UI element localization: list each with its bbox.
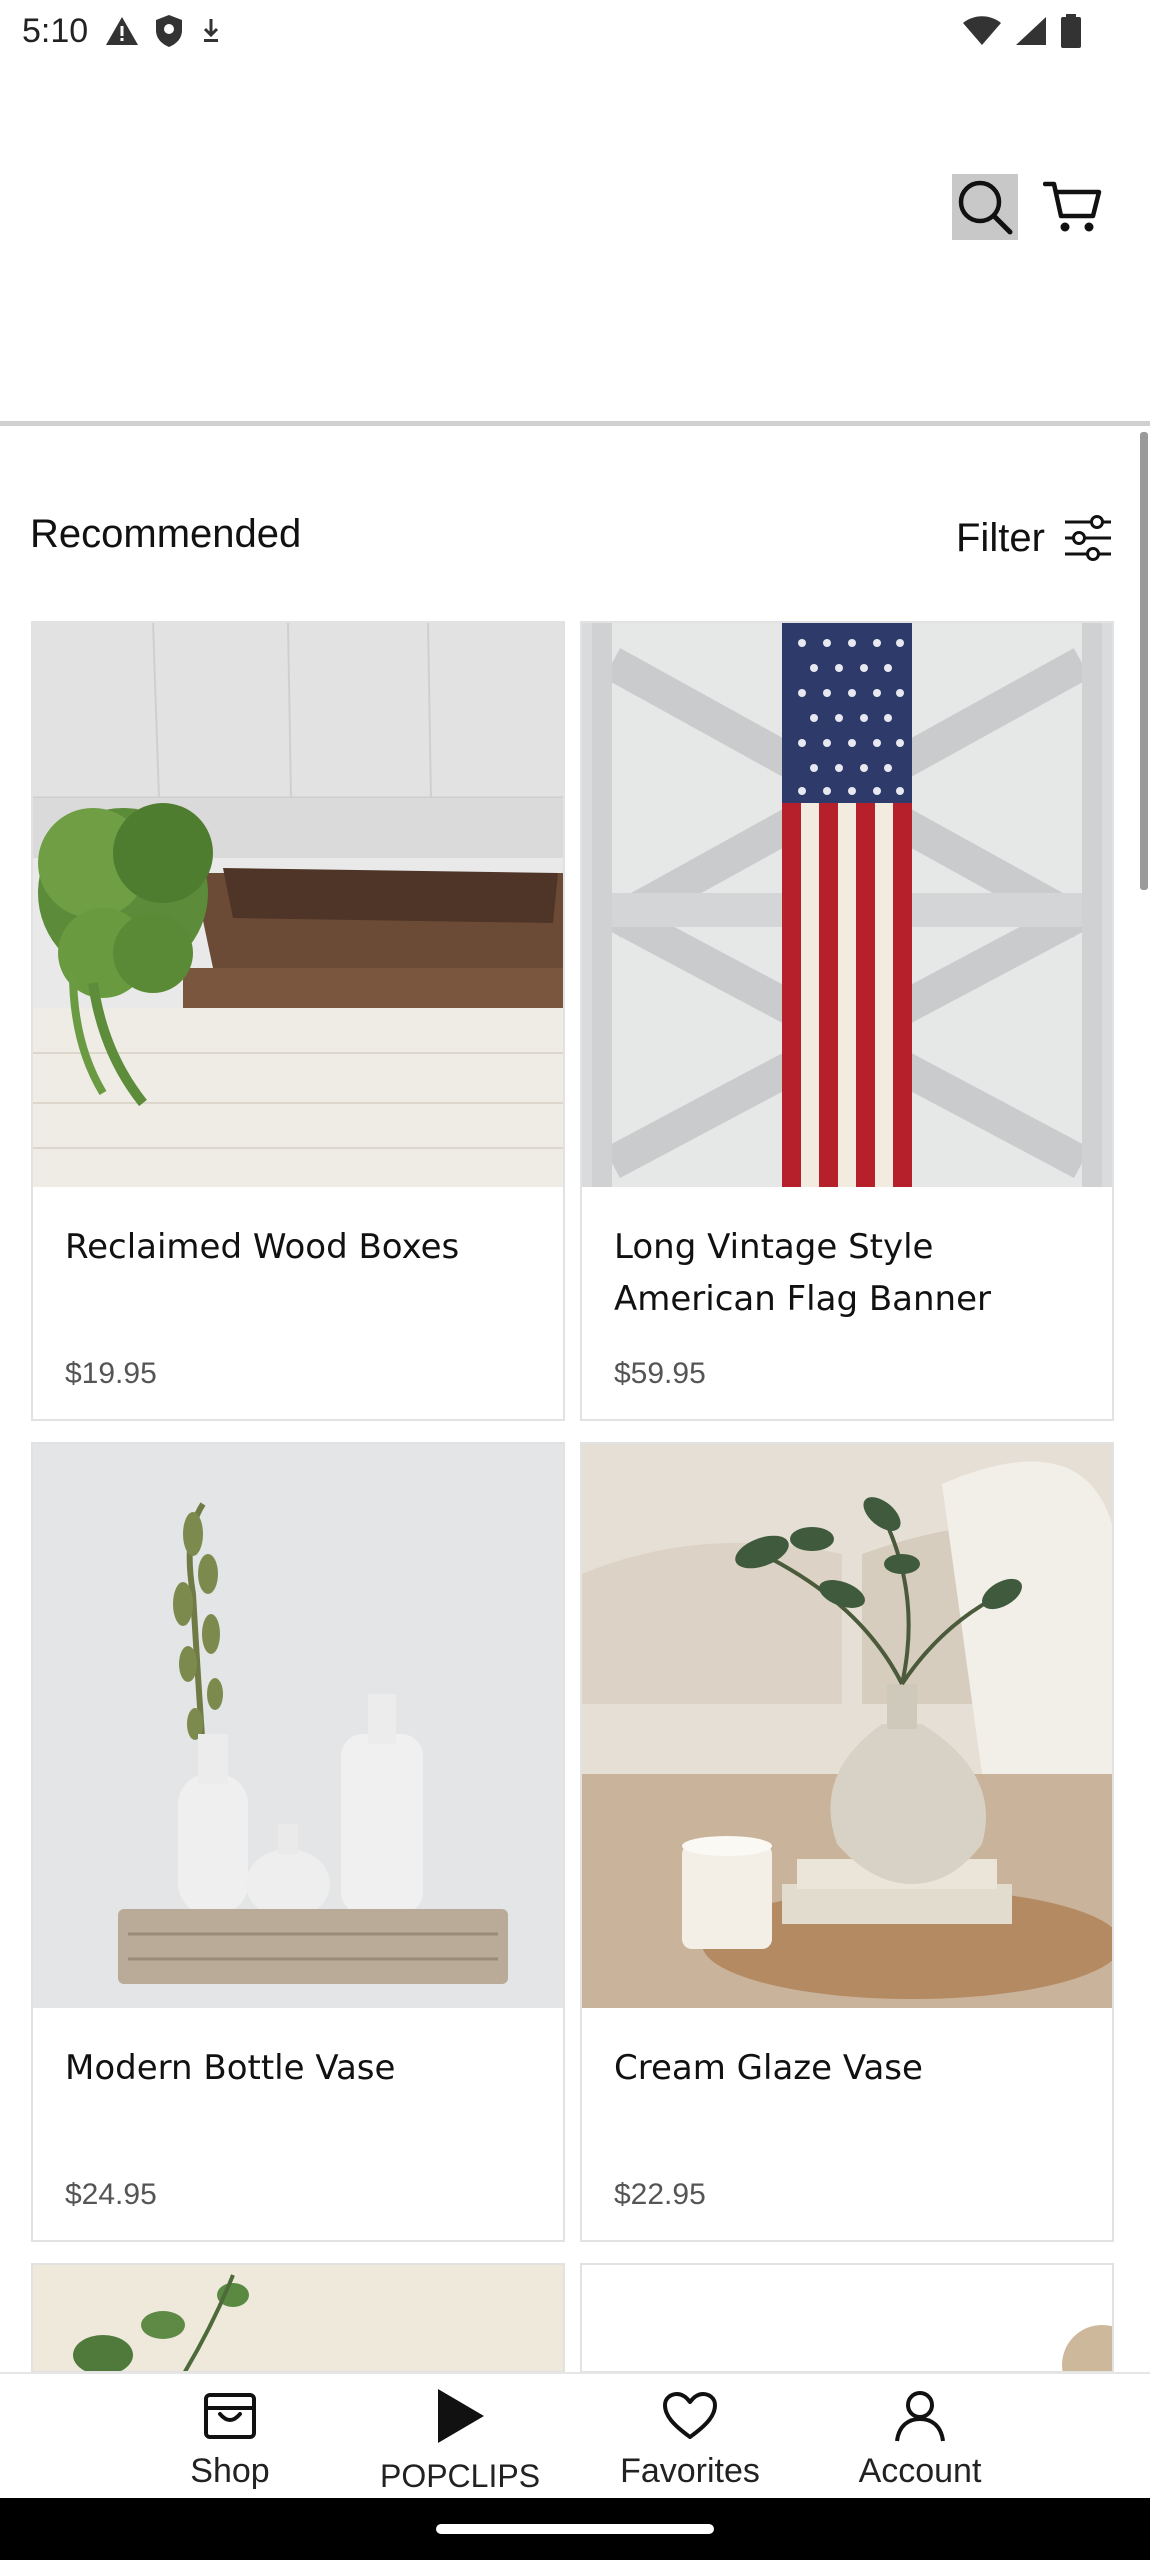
signal-icon: [1016, 17, 1046, 45]
heart-icon: [663, 2392, 717, 2439]
status-notification-icons: [104, 14, 224, 48]
product-price: $24.95: [65, 2178, 157, 2211]
product-card[interactable]: [31, 2263, 565, 2373]
status-system-icons: [962, 14, 1082, 48]
nav-popclips[interactable]: POPCLIPS: [345, 2374, 575, 2500]
filter-label: Filter: [956, 515, 1045, 560]
download-icon: [203, 19, 219, 42]
cart-button[interactable]: [1040, 174, 1106, 240]
play-icon: [438, 2389, 484, 2443]
nav-shop[interactable]: Shop: [115, 2374, 345, 2500]
product-card[interactable]: [580, 2263, 1114, 2373]
product-image[interactable]: [582, 2265, 1112, 2371]
product-name[interactable]: Cream Glaze Vase: [614, 2042, 1084, 2094]
status-bar: 5:10: [0, 0, 1150, 64]
product-image[interactable]: [33, 2265, 563, 2371]
nav-label: Account: [858, 2452, 982, 2490]
product-name[interactable]: Modern Bottle Vase: [65, 2042, 535, 2094]
bottom-navigation: Shop POPCLIPS Favorites Account: [0, 2372, 1150, 2498]
nav-label: POPCLIPS: [379, 2458, 541, 2494]
home-gesture-handle[interactable]: [436, 2524, 714, 2534]
wifi-icon: [963, 16, 1001, 45]
search-icon: [958, 180, 1013, 235]
shield-icon: [156, 15, 182, 47]
product-image[interactable]: [33, 623, 563, 1187]
section-title: Recommended: [30, 512, 302, 556]
sliders-icon: [1064, 515, 1111, 561]
nav-account[interactable]: Account: [805, 2374, 1035, 2500]
product-price: $22.95: [614, 2178, 706, 2211]
filter-button[interactable]: Filter: [956, 506, 1113, 570]
product-price: $19.95: [65, 1357, 157, 1390]
product-image[interactable]: [582, 623, 1112, 1187]
product-card[interactable]: Cream Glaze Vase $22.95: [580, 1442, 1114, 2242]
product-image[interactable]: [582, 1444, 1112, 2008]
product-image[interactable]: [33, 1444, 563, 2008]
scrollbar[interactable]: [1140, 432, 1148, 890]
warning-icon: [106, 17, 138, 45]
product-card[interactable]: Modern Bottle Vase $24.95: [31, 1442, 565, 2242]
search-button[interactable]: [952, 174, 1018, 240]
nav-favorites[interactable]: Favorites: [575, 2374, 805, 2500]
shopping-bag-icon: [204, 2393, 256, 2439]
product-price: $59.95: [614, 1357, 706, 1390]
status-time: 5:10: [22, 12, 89, 50]
product-name[interactable]: Long Vintage Style American Flag Banner: [614, 1221, 1084, 1325]
product-card[interactable]: Long Vintage Style American Flag Banner …: [580, 621, 1114, 1421]
product-card[interactable]: Reclaimed Wood Boxes $19.95: [31, 621, 565, 1421]
nav-label: Favorites: [620, 2452, 760, 2490]
cart-icon: [1043, 181, 1102, 232]
nav-label: Shop: [190, 2452, 270, 2490]
product-name[interactable]: Reclaimed Wood Boxes: [65, 1221, 535, 1273]
battery-icon: [1061, 14, 1081, 48]
person-icon: [895, 2391, 945, 2442]
app-header: [0, 64, 1150, 426]
